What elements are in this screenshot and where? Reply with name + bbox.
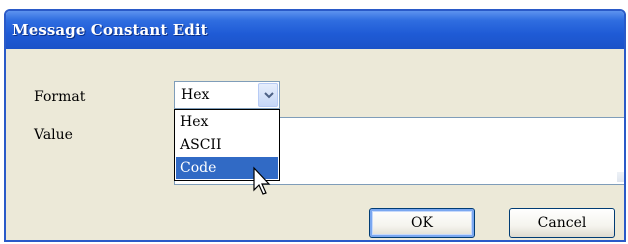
scrollbar-grip[interactable] <box>617 172 624 182</box>
format-option-hex[interactable]: Hex <box>176 111 278 133</box>
format-select-value: Hex <box>181 87 210 103</box>
format-dropdown-button[interactable] <box>258 83 278 107</box>
format-option-ascii[interactable]: ASCII <box>176 134 278 156</box>
value-label: Value <box>34 127 73 143</box>
chevron-down-icon <box>264 92 274 99</box>
mouse-pointer-icon <box>253 166 271 195</box>
title-bar[interactable]: Message Constant Edit <box>6 11 624 49</box>
cancel-button[interactable]: Cancel <box>509 208 615 238</box>
format-select[interactable]: Hex <box>174 81 280 109</box>
window-title: Message Constant Edit <box>12 21 208 39</box>
ok-button[interactable]: OK <box>369 208 475 238</box>
message-constant-edit-dialog: Message Constant Edit Format Value Hex H… <box>4 9 626 242</box>
format-label: Format <box>34 89 86 105</box>
